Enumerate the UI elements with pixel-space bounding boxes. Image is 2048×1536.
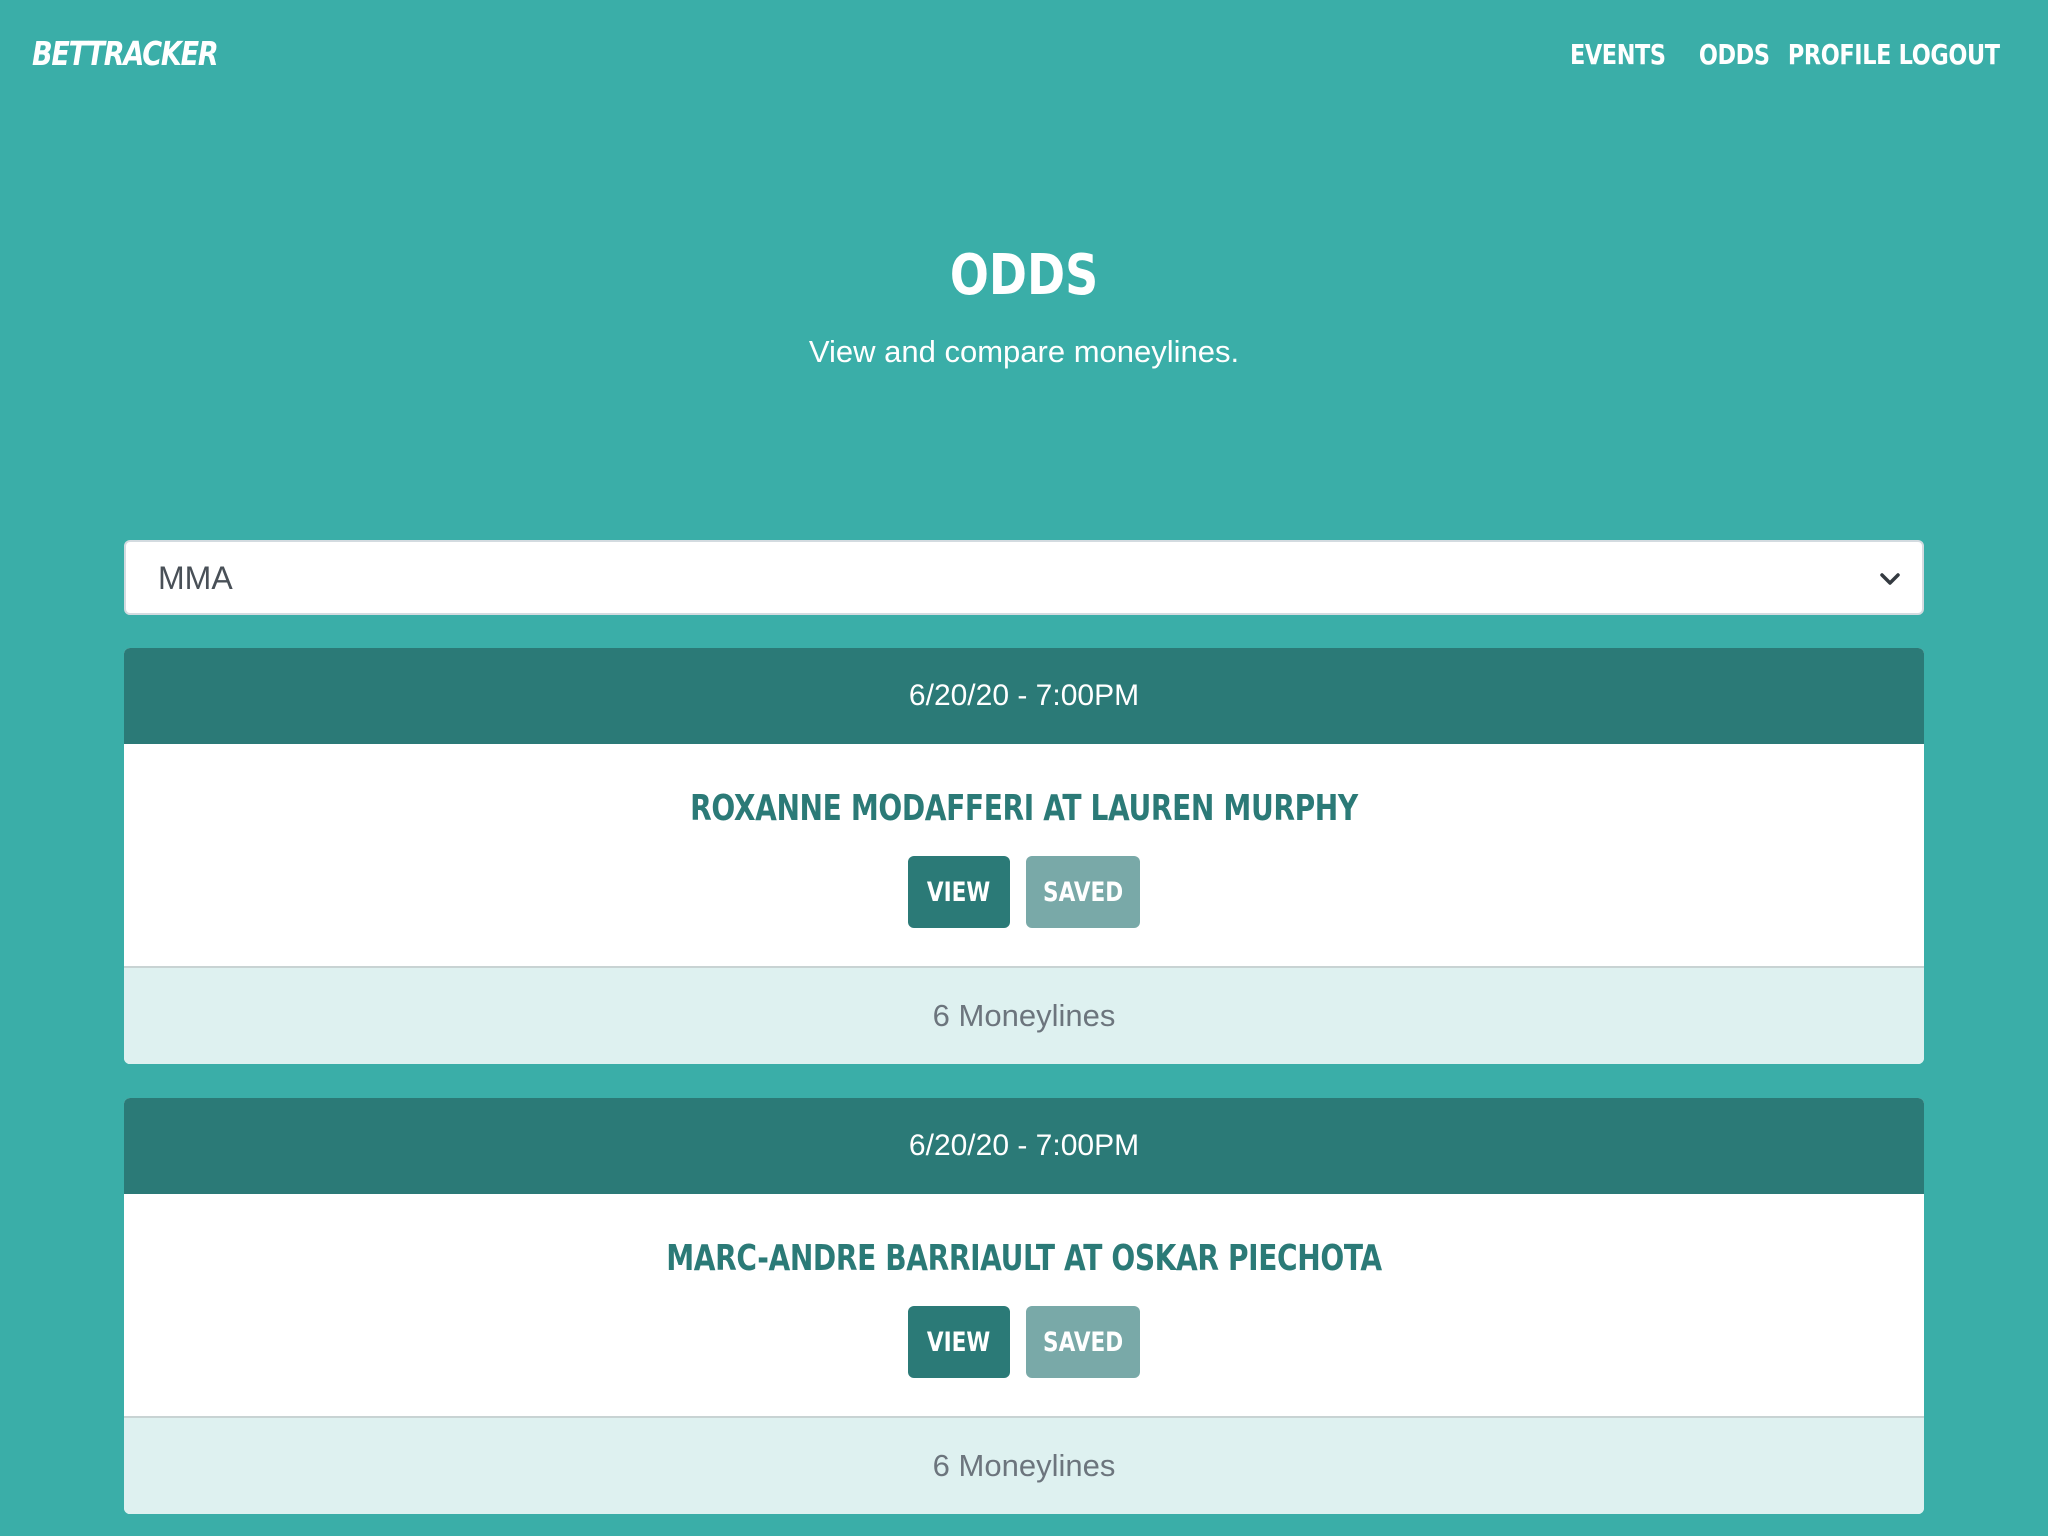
saved-button[interactable]: SAVED [1026,856,1140,928]
chevron-down-icon [1880,573,1900,585]
view-button[interactable]: VIEW [908,856,1010,928]
sport-select[interactable]: MMA [124,540,1924,615]
event-matchup: MARC-ANDRE BARRIAULT AT OSKAR PIECHOTA [666,1238,1382,1279]
nav-link-odds[interactable]: ODDS [1698,38,1769,71]
view-button[interactable]: VIEW [908,1306,1010,1378]
view-button-label: VIEW [927,1326,991,1358]
hero: ODDS View and compare moneylines. [0,240,2048,370]
saved-button-label: SAVED [1042,1326,1124,1358]
page-subtitle: View and compare moneylines. [808,334,1240,369]
sport-select-value: MMA [158,560,233,596]
event-body: MARC-ANDRE BARRIAULT AT OSKAR PIECHOTA V… [124,1194,1924,1418]
event-matchup: ROXANNE MODAFFERI AT LAUREN MURPHY [690,788,1358,829]
nav-link-profile[interactable]: PROFILE [1788,38,1892,71]
event-moneylines-count: 6 Moneylines [124,1418,1924,1514]
nav-link-events[interactable]: EVENTS [1570,38,1666,71]
event-card: 6/20/20 - 7:00PM MARC-ANDRE BARRIAULT AT… [124,1098,1924,1514]
event-card: 6/20/20 - 7:00PM ROXANNE MODAFFERI AT LA… [124,648,1924,1064]
event-body: ROXANNE MODAFFERI AT LAUREN MURPHY VIEW … [124,744,1924,968]
event-datetime: 6/20/20 - 7:00PM [124,648,1924,744]
event-actions: VIEW SAVED [124,1306,1924,1378]
saved-button-label: SAVED [1042,876,1124,908]
page-title: ODDS [949,243,1099,308]
brand-logo[interactable]: BETTRACKER [32,34,219,73]
event-datetime: 6/20/20 - 7:00PM [124,1098,1924,1194]
navbar: BETTRACKER EVENTS ODDS PROFILE LOGOUT [0,0,2048,114]
view-button-label: VIEW [927,876,991,908]
nav-link-logout[interactable]: LOGOUT [1898,38,1999,71]
event-actions: VIEW SAVED [124,856,1924,928]
event-moneylines-count: 6 Moneylines [124,968,1924,1064]
saved-button[interactable]: SAVED [1026,1306,1140,1378]
